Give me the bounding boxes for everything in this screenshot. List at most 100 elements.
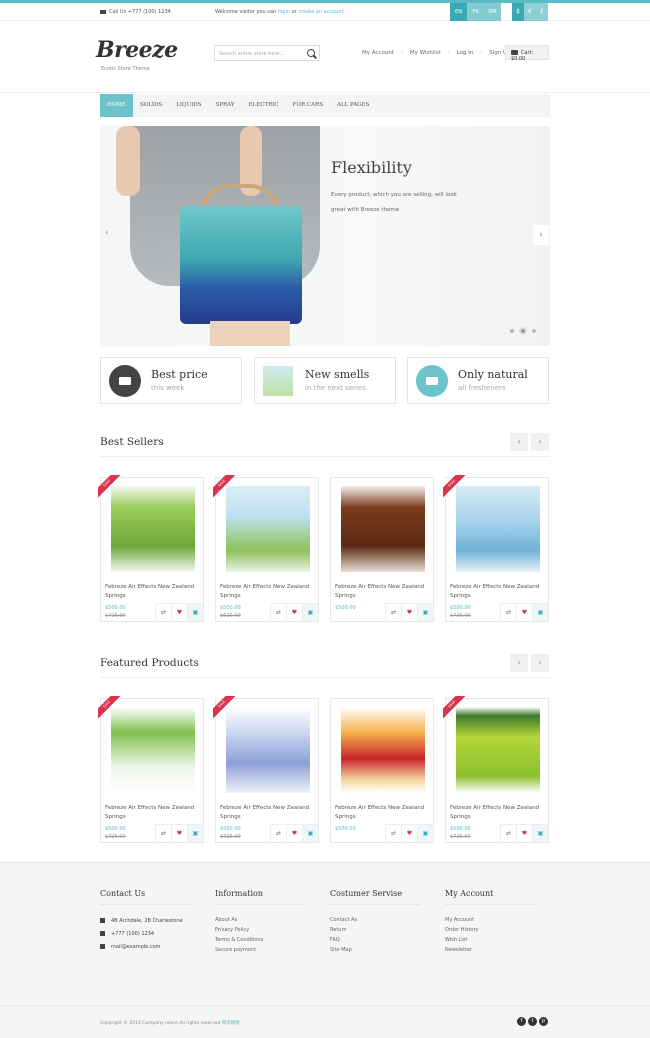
next-arrow-icon[interactable]: › [531,654,549,672]
currency-eur[interactable]: € [524,3,536,21]
product-name[interactable]: Febreze Air Effects New Zealand Springs [220,583,320,601]
heart-icon[interactable]: ♥ [401,824,417,842]
pinterest-icon[interactable]: p [539,1017,548,1026]
footer-link[interactable]: Terms & Conditions [215,935,305,945]
currency-gbp[interactable]: £ [536,3,548,21]
my-wishlist-link[interactable]: My Wishlist [410,50,441,56]
facebook-icon[interactable]: f [517,1017,526,1026]
product-name[interactable]: Febreze Air Effects New Zealand Springs [335,804,435,822]
add-to-cart-icon[interactable]: ▣ [187,824,203,842]
footer-link[interactable]: About As [215,915,305,925]
compare-icon[interactable]: ⇄ [270,824,286,842]
product-image[interactable] [226,486,310,572]
cart-button[interactable]: Cart: $0.00 [505,45,549,62]
footer-link[interactable]: Newsletter [445,945,535,955]
product-image[interactable] [341,707,425,793]
prev-arrow-icon[interactable]: ‹ [510,433,528,451]
add-to-cart-icon[interactable]: ▣ [302,824,318,842]
product-name[interactable]: Febreze Air Effects New Zealand Springs [105,804,205,822]
heart-icon[interactable]: ♥ [171,824,187,842]
copyright-link[interactable]: 网页模板 [222,1021,240,1026]
nav-solids[interactable]: SOLIDS [133,94,169,117]
add-to-cart-icon[interactable]: ▣ [417,603,433,621]
add-to-cart-icon[interactable]: ▣ [532,603,548,621]
lang-fr[interactable]: FR [467,3,484,21]
slider-dot-active[interactable] [519,327,527,335]
twitter-icon[interactable]: t [528,1017,537,1026]
product-name[interactable]: Febreze Air Effects New Zealand Springs [105,583,205,601]
slider-next-arrow-icon[interactable]: › [533,225,549,245]
next-arrow-icon[interactable]: › [531,433,549,451]
add-to-cart-icon[interactable]: ▣ [532,824,548,842]
footer-link[interactable]: Order History [445,925,535,935]
create-account-link[interactable]: create an account. [298,9,345,15]
product-card[interactable]: SALE Febreze Air Effects New Zealand Spri… [213,696,320,843]
product-card[interactable]: SALE Febreze Air Effects New Zealand Spri… [98,475,205,622]
compare-icon[interactable]: ⇄ [385,603,401,621]
nav-liquids[interactable]: LIQUIDS [169,94,208,117]
slider-prev-arrow-icon[interactable]: ‹ [105,228,109,238]
product-image[interactable] [111,486,195,572]
prev-arrow-icon[interactable]: ‹ [510,654,528,672]
footer-link[interactable]: Return [330,925,420,935]
feature-only-natural[interactable]: Only natural all fresheners [407,357,549,404]
nav-for-cars[interactable]: FOR CARS [286,94,330,117]
feature-best-price[interactable]: Best price this week [100,357,242,404]
product-card[interactable]: SALE Febreze Air Effects New Zealand Spri… [443,696,550,843]
lang-dm[interactable]: DM [484,3,501,21]
add-to-cart-icon[interactable]: ▣ [187,603,203,621]
login-link[interactable]: login [278,9,290,15]
add-to-cart-icon[interactable]: ▣ [417,824,433,842]
slider-dot[interactable] [532,329,536,333]
product-name[interactable]: Febreze Air Effects New Zealand Springs [450,804,550,822]
product-name[interactable]: Febreze Air Effects New Zealand Springs [220,804,320,822]
nav-home[interactable]: HOME [100,94,133,117]
hero-slider[interactable]: Flexibility Every product, which you are… [100,126,550,346]
product-card[interactable]: SALE Febreze Air Effects New Zealand Spri… [213,475,320,622]
lang-en[interactable]: EN [450,3,467,21]
product-image[interactable] [456,707,540,793]
nav-electric[interactable]: ELECTRIC [242,94,286,117]
nav-spray[interactable]: SPRAY [209,94,242,117]
product-card[interactable]: SALE Febreze Air Effects New Zealand Spri… [98,696,205,843]
compare-icon[interactable]: ⇄ [155,603,171,621]
product-card[interactable]: SALE Febreze Air Effects New Zealand Spri… [443,475,550,622]
product-image[interactable] [111,707,195,793]
compare-icon[interactable]: ⇄ [500,603,516,621]
footer-link[interactable]: Contact As [330,915,420,925]
product-card[interactable]: Febreze Air Effects New Zealand Springs $… [330,698,434,843]
product-name[interactable]: Febreze Air Effects New Zealand Springs [450,583,550,601]
product-image[interactable] [226,707,310,793]
logo[interactable]: Breeze [96,37,178,63]
footer-link[interactable]: Site Map [330,945,420,955]
heart-icon[interactable]: ♥ [516,824,532,842]
compare-icon[interactable]: ⇄ [385,824,401,842]
compare-icon[interactable]: ⇄ [155,824,171,842]
slider-dot[interactable] [510,329,514,333]
email-text[interactable]: mail@example.com [111,944,161,950]
heart-icon[interactable]: ♥ [516,603,532,621]
heart-icon[interactable]: ♥ [286,824,302,842]
footer-link[interactable]: Secure payment [215,945,305,955]
product-image[interactable] [341,486,425,572]
currency-usd[interactable]: $ [512,3,524,21]
my-account-link[interactable]: My Account [362,50,394,56]
product-card[interactable]: Febreze Air Effects New Zealand Springs $… [330,477,434,622]
login-header-link[interactable]: Log In [457,50,474,56]
footer-email[interactable]: mail@example.com [100,941,190,954]
feature-new-smells[interactable]: New smells in the next series [254,357,396,404]
footer-link[interactable]: Wish List [445,935,535,945]
product-image[interactable] [456,486,540,572]
add-to-cart-icon[interactable]: ▣ [302,603,318,621]
nav-all-pages[interactable]: ALL PAGES [330,94,376,117]
product-name[interactable]: Febreze Air Effects New Zealand Springs [335,583,435,601]
heart-icon[interactable]: ♥ [286,603,302,621]
footer-link[interactable]: My Account [445,915,535,925]
heart-icon[interactable]: ♥ [401,603,417,621]
heart-icon[interactable]: ♥ [171,603,187,621]
search-icon[interactable] [307,49,315,57]
search-input[interactable]: Search entire store here... [214,45,320,61]
compare-icon[interactable]: ⇄ [500,824,516,842]
footer-link[interactable]: Privacy Policy [215,925,305,935]
compare-icon[interactable]: ⇄ [270,603,286,621]
